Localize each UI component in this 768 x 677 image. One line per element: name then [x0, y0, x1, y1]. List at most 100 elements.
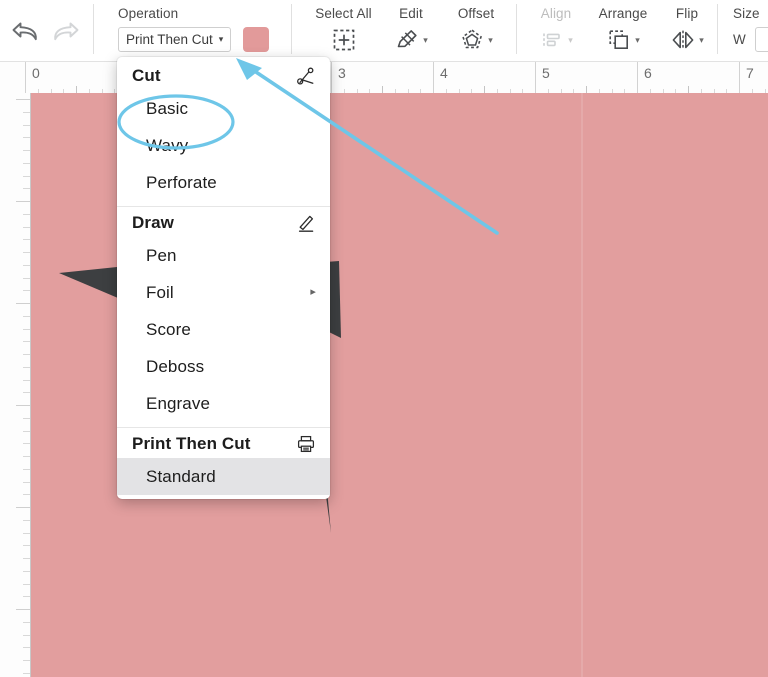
toolbar-divider	[717, 4, 718, 54]
align-group: Align ▾	[528, 6, 584, 53]
ruler-major-tick	[739, 62, 740, 93]
ruler-minor-tick	[23, 418, 30, 419]
menu-section-title: Print Then Cut	[132, 434, 251, 454]
offset-label: Offset	[442, 6, 510, 22]
ruler-major-tick	[535, 62, 536, 93]
chevron-down-icon: ▾	[568, 35, 573, 46]
ruler-tick-label: 0	[32, 65, 40, 81]
ruler-minor-tick	[23, 456, 30, 457]
select-all-plus-icon	[331, 27, 357, 53]
chevron-down-icon: ▾	[488, 35, 493, 46]
menu-item-score[interactable]: Score	[117, 311, 330, 348]
operation-label: Operation	[118, 6, 269, 22]
menu-item-label: Deboss	[146, 357, 204, 377]
flip-button[interactable]: ▾	[670, 27, 704, 53]
ruler-minor-tick	[23, 137, 30, 138]
ruler-tick-label: 3	[338, 65, 346, 81]
ruler-minor-tick	[23, 265, 30, 266]
toolbar-divider	[93, 4, 94, 54]
select-all-label: Select All	[307, 6, 380, 22]
ruler-tick-label: 4	[440, 65, 448, 81]
ruler-minor-tick	[688, 86, 689, 93]
ruler-minor-tick	[23, 482, 30, 483]
menu-item-label: Pen	[146, 246, 177, 266]
ruler-minor-tick	[23, 392, 30, 393]
ruler-minor-tick	[23, 558, 30, 559]
ruler-major-tick	[16, 201, 30, 202]
ruler-major-tick	[331, 62, 332, 93]
ruler-minor-tick	[23, 584, 30, 585]
size-width-input[interactable]	[755, 27, 768, 52]
edit-button[interactable]: ▾	[394, 27, 428, 53]
menu-section-title: Cut	[132, 66, 161, 86]
ruler-minor-tick	[23, 635, 30, 636]
ruler-minor-tick	[23, 252, 30, 253]
menu-item-label: Engrave	[146, 394, 210, 414]
ruler-minor-tick	[484, 86, 485, 93]
operation-dropdown-menu[interactable]: Cut Basic Wavy Perforate Draw Pen Foil ▸ Score De…	[117, 57, 330, 499]
menu-divider	[117, 427, 330, 428]
ruler-minor-tick	[23, 329, 30, 330]
edit-group: Edit ▾	[383, 6, 439, 53]
ruler-major-tick	[16, 99, 30, 100]
ruler-major-tick	[637, 62, 638, 93]
ruler-minor-tick	[23, 431, 30, 432]
ruler-minor-tick	[23, 354, 30, 355]
menu-item-wavy[interactable]: Wavy	[117, 127, 330, 164]
menu-item-label: Basic	[146, 99, 188, 119]
undo-button[interactable]	[8, 14, 44, 48]
menu-item-standard[interactable]: Standard	[117, 458, 330, 495]
size-group: Size W	[733, 6, 768, 52]
ruler-minor-tick	[23, 673, 30, 674]
select-all-button[interactable]	[331, 27, 357, 53]
operation-select[interactable]: Print Then Cut ▾	[118, 27, 231, 52]
menu-item-deboss[interactable]: Deboss	[117, 348, 330, 385]
operation-color-swatch[interactable]	[243, 27, 269, 52]
ruler-minor-tick	[382, 86, 383, 93]
flip-group: Flip ▾	[660, 6, 714, 53]
align-label: Align	[528, 6, 584, 22]
select-all-group: Select All	[307, 6, 380, 53]
ruler-minor-tick	[23, 188, 30, 189]
ruler-minor-tick	[23, 571, 30, 572]
ruler-minor-tick	[23, 112, 30, 113]
flip-label: Flip	[660, 6, 714, 22]
top-toolbar: Operation Print Then Cut ▾ Select All	[0, 0, 768, 62]
chevron-down-icon: ▾	[635, 35, 640, 46]
ruler-minor-tick	[23, 380, 30, 381]
ruler-minor-tick	[23, 278, 30, 279]
menu-item-pen[interactable]: Pen	[117, 237, 330, 274]
menu-item-foil[interactable]: Foil ▸	[117, 274, 330, 311]
submenu-arrow-icon: ▸	[310, 287, 316, 298]
menu-item-engrave[interactable]: Engrave	[117, 385, 330, 422]
ruler-minor-tick	[23, 520, 30, 521]
vertical-ruler[interactable]	[0, 93, 31, 677]
menu-item-perforate[interactable]: Perforate	[117, 164, 330, 201]
offset-group: Offset ▾	[442, 6, 510, 53]
menu-item-label: Foil	[146, 283, 174, 303]
offset-button[interactable]: ▾	[459, 27, 493, 53]
horizontal-ruler[interactable]: 01234567	[0, 62, 768, 94]
ruler-minor-tick	[23, 647, 30, 648]
ruler-tick-label: 7	[746, 65, 754, 81]
ruler-minor-tick	[23, 545, 30, 546]
ruler-minor-tick	[76, 86, 77, 93]
printer-icon	[296, 434, 316, 454]
redo-button[interactable]	[47, 14, 83, 48]
ruler-tick-label: 5	[542, 65, 550, 81]
ruler-minor-tick	[23, 316, 30, 317]
align-lines-icon	[539, 27, 565, 53]
align-button[interactable]: ▾	[539, 27, 573, 53]
menu-item-label: Wavy	[146, 136, 188, 156]
ruler-tick-label: 6	[644, 65, 652, 81]
menu-item-label: Score	[146, 320, 191, 340]
menu-section-header: Draw	[117, 209, 330, 237]
toolbar-divider	[291, 4, 292, 54]
pencil-icon	[296, 213, 316, 233]
arrange-button[interactable]: ▾	[606, 27, 640, 53]
ruler-minor-tick	[23, 596, 30, 597]
ruler-major-tick	[25, 62, 26, 93]
size-width-label: W	[733, 32, 746, 47]
menu-item-basic[interactable]: Basic	[117, 90, 330, 127]
menu-section-header: Cut	[117, 62, 330, 90]
